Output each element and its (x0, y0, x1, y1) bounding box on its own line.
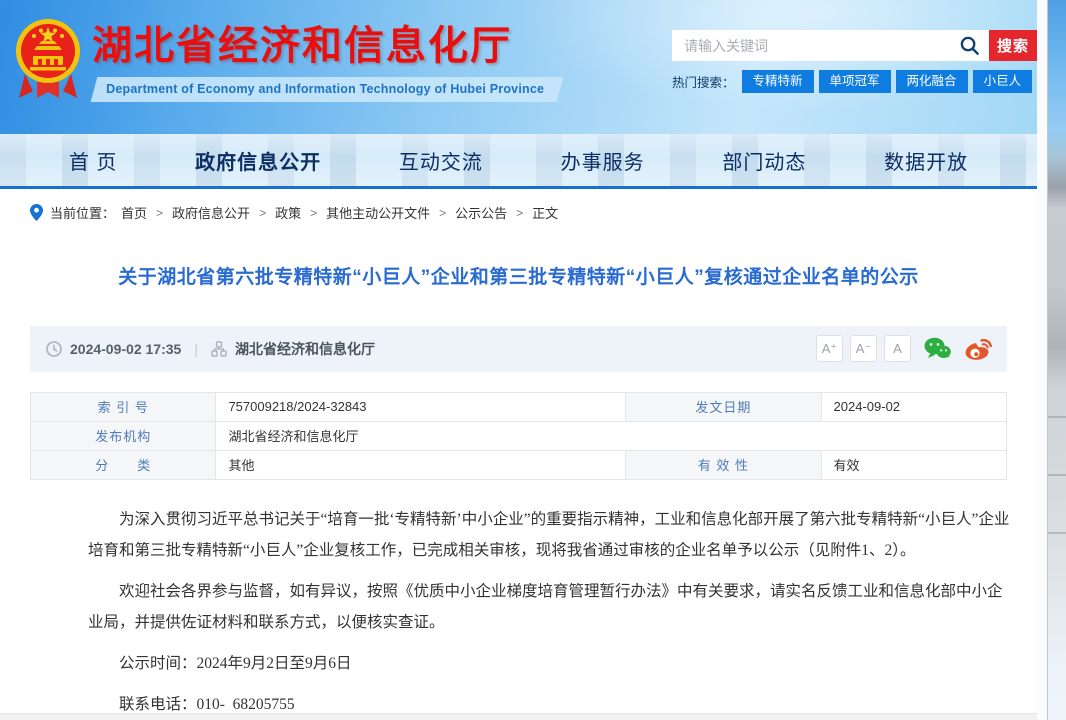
index-number-label: 索 引 号 (31, 392, 216, 421)
national-emblem-icon (13, 14, 83, 106)
hot-search-tag[interactable]: 小巨人 (973, 70, 1033, 93)
breadcrumb-label: 当前位置： (50, 203, 115, 222)
wechat-icon (924, 337, 951, 360)
breadcrumb-item-gov-info[interactable]: 政府信息公开 (172, 203, 250, 222)
breadcrumb-separator: > (310, 206, 317, 220)
breadcrumb-separator: > (259, 206, 266, 220)
hot-search-tag[interactable]: 单项冠军 (819, 70, 891, 93)
document-info-table: 索 引 号 757009218/2024-32843 发文日期 2024-09-… (30, 392, 1007, 480)
validity-value: 有效 (821, 450, 1006, 479)
article-paragraph: 为深入贯彻习近平总书记关于“培育一批‘专精特新’中小企业”的重要指示精神，工业和… (88, 504, 1011, 566)
font-decrease-button[interactable]: A⁻ (850, 335, 877, 362)
article-meta-right: A⁺ A⁻ A (809, 335, 993, 362)
nav-item-department-news[interactable]: 部门动态 (722, 146, 806, 175)
article-paragraph-publicity-period: 公示时间：2024年9月2日至9月6日 (88, 648, 1011, 679)
meta-separator: | (194, 341, 198, 357)
search-box: 搜索 (672, 30, 1037, 61)
article-source: 湖北省经济和信息化厅 (235, 339, 375, 359)
breadcrumb-separator: > (156, 206, 163, 220)
breadcrumb-item-home[interactable]: 首页 (121, 203, 147, 222)
breadcrumb-item-current: 正文 (532, 203, 558, 222)
breadcrumb-item-other-docs[interactable]: 其他主动公开文件 (326, 203, 430, 222)
header-search-area: 搜索 热门搜索： 专精特新 单项冠军 两化融合 小巨人 绿色工厂 (672, 30, 1037, 93)
site-title: 湖北省经济和信息化厅 (92, 24, 560, 68)
table-row: 发布机构 湖北省经济和信息化厅 (31, 421, 1007, 450)
breadcrumb-separator: > (516, 206, 523, 220)
clock-icon (46, 341, 62, 357)
nav-item-interaction[interactable]: 互动交流 (399, 146, 483, 175)
site-page: 湖北省经济和信息化厅 Department of Economy and Inf… (0, 0, 1037, 720)
location-pin-icon (30, 204, 43, 221)
article-paragraph: 欢迎社会各界参与监督，如有异议，按照《优质中小企业梯度培育管理暂行办法》中有关要… (88, 576, 1011, 638)
publish-datetime: 2024-09-02 17:35 (70, 341, 181, 357)
search-icon[interactable] (959, 35, 980, 56)
publisher-label: 发布机构 (31, 421, 216, 450)
article-meta-bar: 2024-09-02 17:35 | 湖北省经济和信息化厅 A⁺ A⁻ A (30, 326, 1007, 372)
share-wechat-button[interactable] (924, 337, 951, 360)
search-button[interactable]: 搜索 (989, 30, 1037, 61)
breadcrumb-item-announcements[interactable]: 公示公告 (455, 203, 507, 222)
validity-label: 有 效 性 (626, 450, 821, 479)
site-subtitle: Department of Economy and Information Te… (106, 82, 544, 96)
category-value: 其他 (216, 450, 626, 479)
national-emblem-logo (13, 14, 83, 106)
hot-search-tag[interactable]: 两化融合 (896, 70, 968, 93)
hot-search-label: 热门搜索： (672, 72, 735, 91)
nav-item-home[interactable]: 首 页 (69, 146, 118, 175)
source-org-icon (211, 341, 227, 357)
article-meta-left: 2024-09-02 17:35 | 湖北省经济和信息化厅 (46, 339, 375, 359)
share-weibo-button[interactable] (964, 336, 993, 361)
window-gap (1037, 0, 1047, 720)
nav-item-open-data[interactable]: 数据开放 (884, 146, 968, 175)
publisher-value: 湖北省经济和信息化厅 (216, 421, 1007, 450)
issue-date-label: 发文日期 (626, 392, 821, 421)
category-label: 分 类 (31, 450, 216, 479)
font-increase-button[interactable]: A⁺ (816, 335, 843, 362)
search-input-wrap (672, 30, 989, 61)
nav-item-services[interactable]: 办事服务 (561, 146, 645, 175)
issue-date-value: 2024-09-02 (821, 392, 1006, 421)
nav-item-gov-info[interactable]: 政府信息公开 (195, 146, 321, 175)
font-default-button[interactable]: A (884, 335, 911, 362)
site-identity: 湖北省经济和信息化厅 Department of Economy and Inf… (92, 24, 560, 102)
background-window-edge (1047, 0, 1066, 720)
article-body: 为深入贯彻习近平总书记关于“培育一批‘专精特新’中小企业”的重要指示精神，工业和… (88, 504, 1011, 720)
site-subtitle-band: Department of Economy and Information Te… (91, 77, 564, 102)
table-row: 索 引 号 757009218/2024-32843 发文日期 2024-09-… (31, 392, 1007, 421)
article-title: 关于湖北省第六批专精特新“小巨人”企业和第三批专精特新“小巨人”复核通过企业名单… (60, 264, 977, 292)
weibo-icon (964, 336, 993, 361)
breadcrumb-separator: > (439, 206, 446, 220)
breadcrumb: 当前位置： 首页 > 政府信息公开 > 政策 > 其他主动公开文件 > 公示公告… (30, 189, 1007, 232)
hot-search-tag[interactable]: 专精特新 (742, 70, 814, 93)
search-input[interactable] (672, 30, 989, 61)
hot-search-row: 热门搜索： 专精特新 单项冠军 两化融合 小巨人 绿色工厂 (672, 70, 1037, 93)
index-number-value: 757009218/2024-32843 (216, 392, 626, 421)
table-row: 分 类 其他 有 效 性 有效 (31, 450, 1007, 479)
site-banner: 湖北省经济和信息化厅 Department of Economy and Inf… (0, 0, 1037, 134)
main-nav: 首 页 政府信息公开 互动交流 办事服务 部门动态 数据开放 (0, 134, 1037, 186)
page-bottom-edge (0, 713, 1047, 720)
article-main: 当前位置： 首页 > 政府信息公开 > 政策 > 其他主动公开文件 > 公示公告… (0, 189, 1037, 720)
breadcrumb-item-policy[interactable]: 政策 (275, 203, 301, 222)
